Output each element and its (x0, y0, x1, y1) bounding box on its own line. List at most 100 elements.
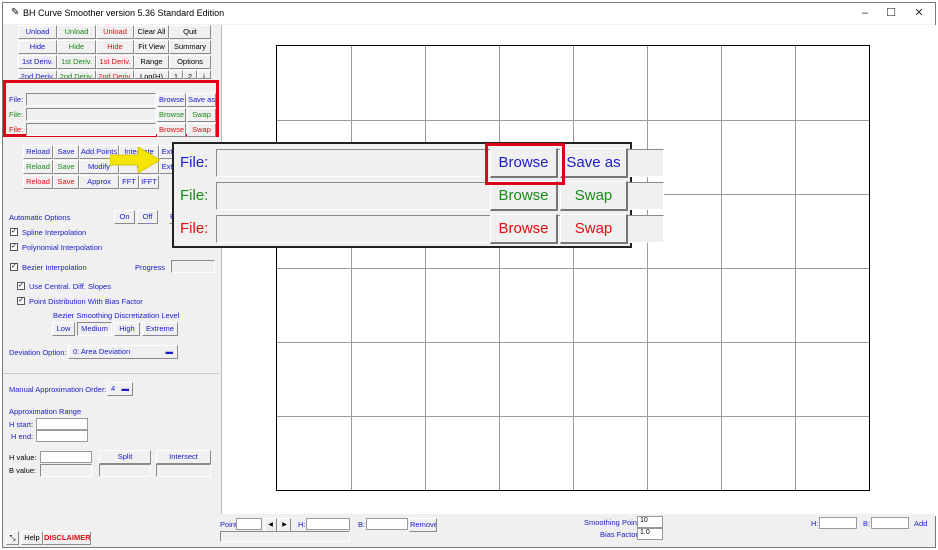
reload-button-2[interactable]: Reload (23, 160, 53, 174)
bezier-level-label: Bezier Smoothing Discretization Level (53, 311, 180, 320)
off-button[interactable]: Off (137, 210, 158, 224)
b-point-field[interactable] (366, 518, 408, 530)
smoothing-points-field[interactable]: 10 (637, 516, 663, 528)
b-label: B: (358, 520, 366, 529)
file-path-field-1[interactable] (26, 93, 156, 106)
quit-button[interactable]: Quit (169, 25, 211, 39)
file-label-2: File: (9, 110, 24, 119)
unload-button-3[interactable]: Unload (96, 25, 134, 39)
log-h-button[interactable]: Log(H) (134, 70, 169, 79)
remove-button[interactable]: Remove (409, 518, 437, 532)
approx-order-select[interactable]: 4 ▬ (107, 382, 133, 396)
range-button[interactable]: Range (134, 55, 169, 69)
grid-line (277, 342, 869, 343)
level-medium-button[interactable]: Medium (77, 322, 112, 336)
add-button[interactable]: Add (914, 519, 927, 529)
browse-button-3[interactable]: Browse (157, 123, 186, 137)
spline-checkbox[interactable]: ✓ (10, 228, 18, 236)
central-diff-checkbox[interactable]: ✓ (17, 282, 25, 290)
save-as-button[interactable]: Save as (187, 93, 216, 107)
browse-button-1[interactable]: Browse (157, 93, 186, 107)
h-end-label: H end: (11, 432, 34, 441)
second-deriv-button-1[interactable]: 2nd Deriv. (18, 70, 57, 79)
second-deriv-button-3[interactable]: 2nd Deriv. (96, 70, 134, 79)
first-deriv-button-3[interactable]: 1st Deriv. (96, 55, 134, 69)
zoom-file-label-1: File: (180, 154, 209, 171)
h-label: H: (298, 520, 306, 529)
smoothing-points-label: Smoothing Points: (584, 518, 645, 527)
bias-factor-field[interactable]: 1.0 (637, 528, 663, 540)
summary-button[interactable]: Summary (169, 40, 211, 54)
save-button-2[interactable]: Save (53, 160, 79, 174)
save-button-1[interactable]: Save (53, 145, 79, 159)
first-deriv-button-1[interactable]: 1st Deriv. (18, 55, 57, 69)
browse-highlight (485, 143, 565, 185)
info-button[interactable]: i (197, 70, 211, 79)
swap-button-3[interactable]: Swap (187, 123, 216, 137)
next-point-button[interactable]: ▶ (278, 518, 291, 532)
intersect-button[interactable]: Intersect (156, 450, 211, 464)
h-value-field[interactable] (40, 451, 92, 463)
divider (3, 373, 219, 374)
split-button[interactable]: Split (99, 450, 151, 464)
h-add-field[interactable] (819, 517, 857, 529)
maximize-button[interactable]: ☐ (879, 5, 903, 22)
hide-button-2[interactable]: Hide (57, 40, 96, 54)
point-field[interactable] (236, 518, 262, 530)
zoom-swap-button-3[interactable]: Swap (560, 214, 628, 244)
hide-button-1[interactable]: Hide (18, 40, 57, 54)
fit-view-button[interactable]: Fit View (134, 40, 169, 54)
browse-button-2[interactable]: Browse (157, 108, 186, 122)
first-deriv-button-2[interactable]: 1st Deriv. (57, 55, 96, 69)
b-add-label: B: (863, 519, 871, 528)
zoom-browse-button-2[interactable]: Browse (490, 181, 558, 211)
plot-2-button[interactable]: 2 (183, 70, 197, 79)
b-value-label: B value: (9, 466, 37, 475)
b-add-field[interactable] (871, 517, 909, 529)
h-end-field[interactable] (36, 430, 88, 442)
h-point-field[interactable] (306, 518, 350, 530)
bezier-checkbox[interactable]: ✓ (10, 263, 18, 271)
level-low-button[interactable]: Low (52, 322, 75, 336)
reload-button-1[interactable]: Reload (23, 145, 53, 159)
file-path-field-3[interactable] (26, 123, 156, 136)
point-dist-label: Point Distribution With Bias Factor (29, 297, 143, 306)
point-dist-checkbox[interactable]: ✓ (17, 297, 25, 305)
magnified-inset: File: Browse Save as File: Browse Swap F… (172, 142, 664, 248)
plot-1-button[interactable]: 1 (169, 70, 183, 79)
grid-line (277, 268, 869, 269)
point-editor-bar: Point: ◀ ▶ H: B: Remove Smoothing Points… (218, 514, 934, 544)
swap-button-2[interactable]: Swap (187, 108, 216, 122)
zoom-browse-button-3[interactable]: Browse (490, 214, 558, 244)
on-button[interactable]: On (114, 210, 135, 224)
close-button[interactable]: ✕ (907, 5, 931, 22)
unload-button-1[interactable]: Unload (18, 25, 57, 39)
level-extreme-button[interactable]: Extreme (142, 322, 178, 336)
polynomial-checkbox[interactable]: ✓ (10, 243, 18, 251)
help-button[interactable]: Help (21, 531, 43, 545)
prev-point-button[interactable]: ◀ (264, 518, 277, 532)
pointer-arrow-icon (110, 147, 160, 173)
resize-button[interactable]: ⤡ (6, 531, 19, 545)
clear-all-button[interactable]: Clear All (134, 25, 169, 39)
zoom-swap-button-2[interactable]: Swap (560, 181, 628, 211)
approx-button[interactable]: Approx (79, 175, 119, 189)
file-path-field-2[interactable] (26, 108, 156, 121)
h-start-field[interactable] (36, 418, 88, 430)
hide-button-3[interactable]: Hide (96, 40, 134, 54)
ifft-button[interactable]: IFFT (139, 175, 159, 189)
deviation-select[interactable]: 0: Area Deviation ▬ (68, 345, 178, 359)
zoom-save-as-button[interactable]: Save as (560, 148, 628, 178)
unload-button-2[interactable]: Unload (57, 25, 96, 39)
file-label-1: File: (9, 95, 24, 104)
save-button-3[interactable]: Save (53, 175, 79, 189)
approx-order-value: 4 (111, 384, 116, 393)
second-deriv-button-2[interactable]: 2nd Deriv. (57, 70, 96, 79)
options-button[interactable]: Options (169, 55, 211, 69)
level-high-button[interactable]: High (114, 322, 140, 336)
minimize-button[interactable]: – (853, 5, 877, 22)
file-label-3: File: (9, 125, 24, 134)
reload-button-3[interactable]: Reload (23, 175, 53, 189)
disclaimer-button[interactable]: DISCLAIMER (43, 531, 91, 545)
fft-button[interactable]: FFT (119, 175, 139, 189)
